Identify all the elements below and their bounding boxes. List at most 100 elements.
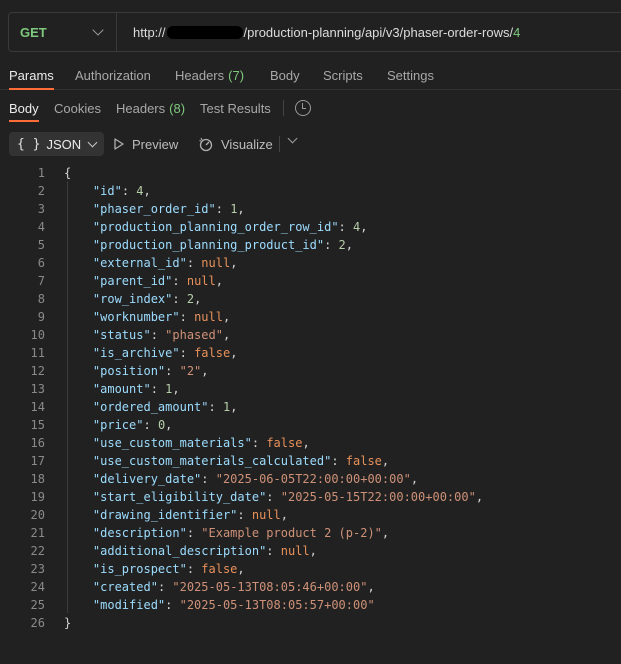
response-tabs: Body Cookies Headers (8) Test Results (0, 96, 621, 122)
code-line: 2 "id": 4, (0, 182, 621, 200)
line-number: 5 (37, 238, 45, 252)
response-tab-body[interactable]: Body (9, 96, 39, 122)
tab-label: Params (9, 68, 54, 83)
tab-label: Test Results (200, 100, 271, 116)
url-bar: GET http:// /production-planning/api/v3/… (8, 12, 621, 52)
line-number: 22 (30, 544, 45, 558)
tab-scripts[interactable]: Scripts (323, 62, 363, 89)
code-text: "status": "phased", (92, 328, 231, 342)
code-text: { (64, 166, 72, 180)
json-value: false (194, 346, 231, 360)
chevron-down-icon (287, 133, 298, 144)
braces-icon: { } (17, 136, 41, 152)
json-key: "production_planning_product_id" (92, 238, 325, 252)
code-line: 11 "is_archive": false, (0, 344, 621, 362)
code-line: 7 "parent_id": null, (0, 272, 621, 290)
line-number: 13 (30, 382, 45, 396)
code-text: "price": 0, (92, 418, 173, 432)
code-text: "use_custom_materials_calculated": false… (92, 454, 390, 468)
tab-label: Body (9, 100, 39, 116)
json-value: "phased" (165, 328, 223, 342)
json-key: "start_eligibility_date" (92, 490, 267, 504)
url-input[interactable]: http:// /production-planning/api/v3/phas… (117, 25, 520, 40)
line-number: 24 (30, 580, 45, 594)
json-value: 2 (338, 238, 346, 252)
code-text: "ordered_amount": 1, (92, 400, 238, 414)
response-toolbar: { } JSON Preview Visualize (9, 132, 309, 156)
tab-body[interactable]: Body (270, 62, 300, 89)
line-number: 17 (30, 454, 45, 468)
line-number: 14 (30, 400, 45, 414)
json-value: "2025-06-05T22:00:00+00:00" (215, 472, 411, 486)
tab-label: Headers (175, 68, 225, 83)
code-text: "phaser_order_id": 1, (92, 202, 245, 216)
url-path: /production-planning/api/v3/phaser-order… (243, 24, 514, 40)
line-number: 2 (37, 184, 45, 198)
code-text: "worknumber": null, (92, 310, 231, 324)
chevron-down-icon (92, 24, 104, 36)
code-text: "created": "2025-05-13T08:05:46+00:00", (92, 580, 375, 594)
json-value: false (201, 562, 238, 576)
json-key: "modified" (92, 598, 166, 612)
response-body-code[interactable]: 1{2 "id": 4, 3 "phaser_order_id": 1, 4 "pr… (0, 164, 621, 632)
visualize-button[interactable]: Visualize (198, 136, 273, 152)
tab-label: Body (270, 68, 300, 83)
method-select[interactable]: GET (9, 13, 117, 51)
code-text: "delivery_date": "2025-06-05T22:00:00+00… (92, 472, 419, 486)
url-prefix: http:// (133, 24, 166, 40)
json-value: null (186, 274, 216, 288)
line-number: 19 (30, 490, 45, 504)
code-line: 6 "external_id": null, (0, 254, 621, 272)
json-key: "worknumber" (92, 310, 180, 324)
code-line: 10 "status": "phased", (0, 326, 621, 344)
tab-authorization[interactable]: Authorization (75, 62, 151, 89)
line-number: 25 (30, 598, 45, 612)
line-number: 18 (30, 472, 45, 486)
code-line: 16 "use_custom_materials": false, (0, 434, 621, 452)
json-value: 4 (136, 184, 144, 198)
code-line: 23 "is_prospect": false, (0, 560, 621, 578)
visualize-options-button[interactable] (287, 133, 298, 144)
line-number: 26 (30, 616, 45, 630)
json-value: null (201, 256, 231, 270)
response-tab-cookies[interactable]: Cookies (54, 96, 101, 120)
json-value: null (251, 508, 281, 522)
line-number: 1 (37, 166, 45, 180)
tab-params[interactable]: Params (9, 62, 54, 90)
code-line: 14 "ordered_amount": 1, (0, 398, 621, 416)
code-line: 20 "drawing_identifier": null, (0, 506, 621, 524)
json-key: "status" (92, 328, 151, 342)
tab-badge: (8) (169, 100, 186, 116)
preview-button[interactable]: Preview (113, 137, 178, 152)
tab-badge: (7) (228, 68, 245, 83)
json-key: "amount" (92, 382, 151, 396)
code-line: 25 "modified": "2025-05-13T08:05:57+00:0… (0, 596, 621, 614)
line-number: 4 (37, 220, 45, 234)
line-number: 15 (30, 418, 45, 432)
format-select[interactable]: { } JSON (9, 132, 105, 156)
json-key: "is_archive" (92, 346, 180, 360)
json-key: "id" (92, 184, 122, 198)
json-key: "delivery_date" (92, 472, 202, 486)
json-key: "created" (92, 580, 158, 594)
code-line: 1{ (0, 164, 621, 182)
json-key: "external_id" (92, 256, 187, 270)
response-tab-test-results[interactable]: Test Results (200, 96, 271, 120)
code-text: "is_archive": false, (92, 346, 238, 360)
code-line: 19 "start_eligibility_date": "2025-05-15… (0, 488, 621, 506)
tab-headers[interactable]: Headers (7) (175, 62, 244, 89)
json-value: 2 (186, 292, 195, 306)
code-text: "modified": "2025-05-13T08:05:57+00:00" (92, 598, 375, 612)
code-text: "use_custom_materials": false, (92, 436, 310, 450)
tab-settings[interactable]: Settings (387, 62, 434, 89)
json-key: "description" (92, 526, 187, 540)
json-key: "phaser_order_id" (92, 202, 216, 216)
history-icon[interactable] (295, 100, 311, 116)
chevron-down-icon (87, 137, 98, 148)
json-key: "parent_id" (92, 274, 173, 288)
json-value: false (266, 436, 303, 450)
code-text: "row_index": 2, (92, 292, 202, 306)
format-label: JSON (46, 136, 82, 152)
code-text: "is_prospect": false, (92, 562, 245, 576)
response-tab-headers[interactable]: Headers (8) (116, 96, 185, 120)
